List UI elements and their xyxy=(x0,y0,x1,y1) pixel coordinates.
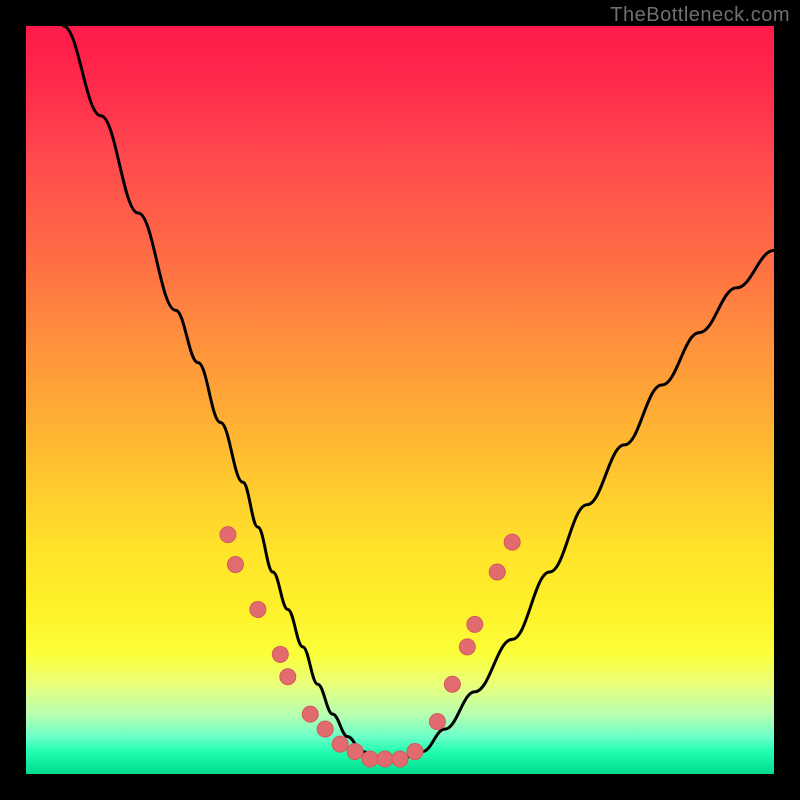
curve-marker xyxy=(467,616,483,632)
curve-marker xyxy=(332,736,348,752)
curve-layer xyxy=(26,26,774,774)
curve-marker xyxy=(347,744,363,760)
curve-marker xyxy=(317,721,333,737)
curve-marker xyxy=(302,706,318,722)
curve-marker xyxy=(489,564,505,580)
curve-marker xyxy=(444,676,460,692)
watermark-text: TheBottleneck.com xyxy=(610,4,790,27)
curve-marker xyxy=(504,534,520,550)
curve-marker xyxy=(227,557,243,573)
chart-frame: TheBottleneck.com xyxy=(0,0,800,800)
curve-marker xyxy=(250,601,266,617)
curve-marker xyxy=(272,646,288,662)
curve-marker xyxy=(429,714,445,730)
curve-marker xyxy=(220,527,236,543)
curve-markers xyxy=(220,527,520,767)
curve-marker xyxy=(392,751,408,767)
curve-marker xyxy=(280,669,296,685)
curve-marker xyxy=(407,744,423,760)
bottleneck-curve xyxy=(63,26,774,759)
curve-marker xyxy=(362,751,378,767)
curve-marker xyxy=(377,751,393,767)
plot-area xyxy=(26,26,774,774)
curve-marker xyxy=(459,639,475,655)
